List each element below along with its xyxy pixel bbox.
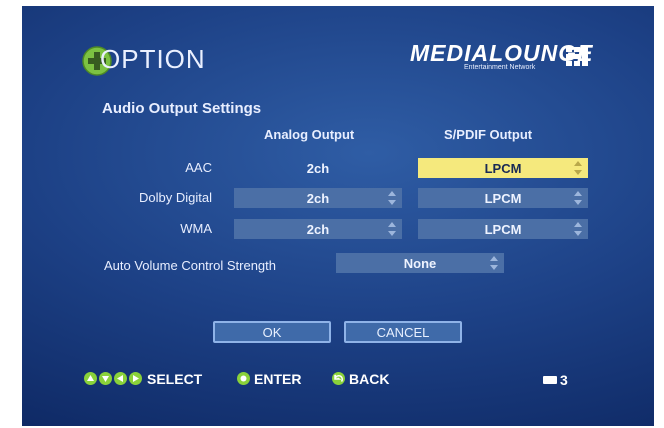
aac-spdif-value: LPCM <box>484 160 522 176</box>
aac-spdif-select[interactable]: LPCM <box>418 158 588 178</box>
auto-volume-select[interactable]: None <box>336 253 504 273</box>
wma-spdif-value: LPCM <box>484 221 522 237</box>
nav-select-label: SELECT <box>147 371 203 387</box>
ok-button[interactable]: OK <box>213 321 331 343</box>
nav-back-label: BACK <box>349 371 390 387</box>
wma-spdif-select[interactable]: LPCM <box>418 219 588 239</box>
aac-analog-value: 2ch <box>306 160 330 176</box>
brand-tagline: Entertainment Network <box>464 64 536 71</box>
cancel-button[interactable]: CANCEL <box>344 321 462 343</box>
updown-arrow-icon <box>490 256 498 270</box>
page-number: 3 <box>560 372 568 388</box>
dolby-analog-value: 2ch <box>306 190 330 206</box>
nav-hint-bar: SELECT ENTER BACK <box>84 371 444 388</box>
dolby-analog-select[interactable]: 2ch <box>234 188 402 208</box>
arrow-right-icon <box>129 372 142 385</box>
auto-volume-value: None <box>403 255 437 271</box>
arrow-down-icon <box>99 372 112 385</box>
enter-button-icon <box>237 372 250 385</box>
row-label-aac: AAC <box>185 160 212 175</box>
section-title: Audio Output Settings <box>102 100 262 117</box>
nav-enter-label: ENTER <box>254 371 302 387</box>
page-indicator-icon <box>543 376 557 384</box>
arrow-left-icon <box>114 372 127 385</box>
row-label-dolby-digital: Dolby Digital <box>139 190 212 205</box>
wma-analog-select[interactable]: 2ch <box>234 219 402 239</box>
back-button-icon <box>332 372 345 385</box>
dolby-spdif-select[interactable]: LPCM <box>418 188 588 208</box>
wma-analog-value: 2ch <box>306 221 330 237</box>
arrow-up-icon <box>84 372 97 385</box>
row-label-wma: WMA <box>180 221 212 236</box>
auto-volume-label: Auto Volume Control Strength <box>104 258 276 273</box>
updown-arrow-icon <box>388 191 396 205</box>
column-header-spdif: S/PDIF Output <box>444 127 533 142</box>
updown-arrow-icon <box>574 161 582 175</box>
column-header-analog: Analog Output <box>264 127 355 142</box>
updown-arrow-icon <box>388 222 396 236</box>
updown-arrow-icon <box>574 222 582 236</box>
page-title: OPTION <box>100 44 206 74</box>
updown-arrow-icon <box>574 191 582 205</box>
brand-grid-icon <box>566 47 588 66</box>
dolby-spdif-value: LPCM <box>484 190 522 206</box>
